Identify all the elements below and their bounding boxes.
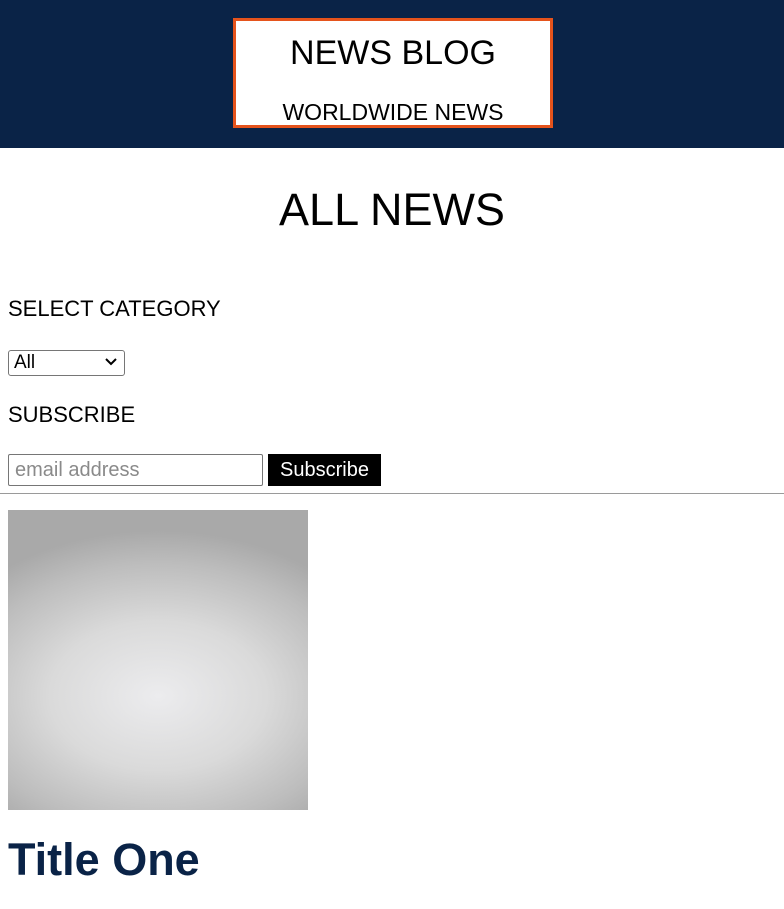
category-label: SELECT CATEGORY — [8, 296, 221, 321]
page-title: ALL NEWS — [279, 184, 505, 235]
chevron-down-icon — [105, 358, 117, 366]
subscribe-label: SUBSCRIBE — [8, 402, 136, 427]
category-selected-value: All — [14, 352, 36, 373]
site-header: NEWS BLOG WORLDWIDE NEWS — [0, 0, 784, 148]
post-image[interactable] — [8, 510, 308, 810]
section-divider — [0, 493, 784, 494]
post-title[interactable]: Title One — [8, 832, 200, 888]
site-logo[interactable]: NEWS BLOG WORLDWIDE NEWS — [233, 18, 553, 128]
category-select[interactable]: All — [8, 350, 125, 376]
brand-title: NEWS BLOG — [290, 34, 496, 72]
brand-subtitle: WORLDWIDE NEWS — [282, 99, 504, 125]
email-input[interactable] — [8, 454, 263, 486]
subscribe-button[interactable]: Subscribe — [268, 454, 381, 486]
